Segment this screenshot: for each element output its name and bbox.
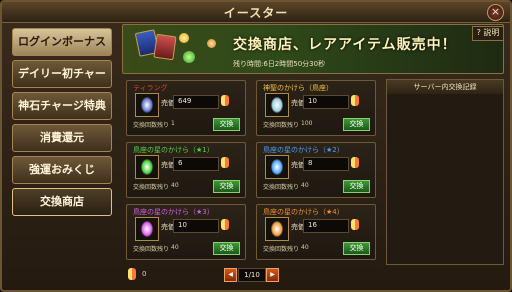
exchange-button[interactable]: 交換	[343, 180, 370, 193]
gold-orb-icon	[179, 33, 189, 43]
book-icon	[135, 93, 159, 117]
exchange-button[interactable]: 交換	[213, 242, 240, 255]
price-value: 8	[308, 159, 313, 167]
remaining-label: 交換回数残り	[263, 122, 300, 129]
price-box: 6	[173, 157, 219, 171]
item-name: ティラング	[133, 84, 168, 92]
exchange-button[interactable]: 交換	[213, 118, 240, 131]
window-title: イースター	[223, 6, 289, 20]
item-name: 鳥座の星のかけら（★4）	[263, 208, 344, 216]
item-name: 鳥座の星のかけら（★3）	[133, 208, 214, 216]
exchange-button[interactable]: 交換	[343, 118, 370, 131]
amber-orb-icon	[207, 39, 216, 48]
blue-star-shard-icon	[265, 155, 289, 179]
sidebar-item-lucky-draw[interactable]: 強運おみくじ	[12, 156, 112, 184]
event-window: イースター × ログインボーナス デイリー初チャージ 神石チャージ特典 消費還元…	[0, 0, 512, 292]
remaining-label: 交換回数残り	[133, 184, 170, 191]
green-star-shard-icon	[135, 155, 159, 179]
price-box: 10	[173, 219, 219, 233]
footer: 0 ◀ 1/10 ▶	[122, 266, 504, 286]
price-value: 6	[178, 159, 183, 167]
item-grid: ティラング 売価 649 交換回数残り 1 交換 神聖のかけら（鳥座） 売価 1…	[126, 80, 378, 266]
remaining-count: 40	[171, 182, 179, 189]
remaining-count: 40	[301, 244, 309, 251]
item-name: 鳥座の星のかけら（★1）	[133, 146, 214, 154]
currency-egg-icon	[128, 268, 136, 280]
sidebar-item-label: 強運おみくじ	[29, 163, 95, 176]
remaining-label: 交換回数残り	[263, 246, 300, 253]
currency-egg-icon	[221, 95, 229, 106]
event-period: 残り時間:6日2時間50分30秒	[233, 60, 326, 68]
remaining-label: 交換回数残り	[133, 246, 170, 253]
sidebar-item-label: 消費還元	[40, 131, 84, 144]
currency-egg-icon	[351, 219, 359, 230]
exchange-button[interactable]: 交換	[343, 242, 370, 255]
currency-egg-icon	[221, 157, 229, 168]
price-value: 16	[308, 221, 317, 229]
remaining-count: 40	[171, 244, 179, 251]
page-indicator: 1/10	[238, 268, 266, 282]
item-card: 神聖のかけら（鳥座） 売価 10 交換回数残り 100 交換	[256, 80, 376, 136]
exchange-records-panel[interactable]: サーバー内交換記録	[386, 79, 504, 265]
sidebar-item-daily-first-charge[interactable]: デイリー初チャージ	[12, 60, 112, 106]
item-card: 鳥座の星のかけら（★4） 売価 16 交換回数残り 40 交換	[256, 204, 376, 260]
sidebar-item-label: 交換商店	[40, 195, 84, 208]
purple-star-shard-icon	[135, 217, 159, 241]
next-page-button[interactable]: ▶	[266, 268, 279, 282]
close-icon[interactable]: ×	[487, 4, 504, 21]
price-value: 649	[178, 97, 192, 105]
help-button[interactable]: ? 説明	[472, 26, 504, 41]
item-card: 鳥座の星のかけら（★1） 売価 6 交換回数残り 40 交換	[126, 142, 246, 198]
currency-egg-icon	[351, 157, 359, 168]
gift-box-icon	[153, 33, 177, 61]
item-card: 鳥座の星のかけら（★3） 売価 10 交換回数残り 40 交換	[126, 204, 246, 260]
remaining-count: 100	[301, 120, 313, 127]
item-name: 鳥座の星のかけら（★2）	[263, 146, 344, 154]
sidebar-item-login-bonus[interactable]: ログインボーナス	[12, 28, 112, 56]
title-bar: イースター ×	[2, 2, 510, 23]
item-name: 神聖のかけら（鳥座）	[263, 84, 333, 92]
price-box: 649	[173, 95, 219, 109]
price-box: 16	[303, 219, 349, 233]
item-card: ティラング 売価 649 交換回数残り 1 交換	[126, 80, 246, 136]
exchange-banner: 交換商店、レアアイテム販売中！ 残り時間:6日2時間50分30秒	[122, 24, 504, 74]
remaining-label: 交換回数残り	[133, 122, 170, 129]
sidebar-item-exchange-shop[interactable]: 交換商店	[12, 188, 112, 216]
sidebar-item-label: ログインボーナス	[18, 35, 106, 48]
remaining-count: 40	[301, 182, 309, 189]
price-value: 10	[178, 221, 187, 229]
item-card: 鳥座の星のかけら（★2） 売価 8 交換回数残り 40 交換	[256, 142, 376, 198]
prev-page-button[interactable]: ◀	[224, 268, 237, 282]
price-box: 10	[303, 95, 349, 109]
banner-title: 交換商店、レアアイテム販売中！	[233, 37, 457, 53]
sidebar-item-gem-charge-bonus[interactable]: 神石チャージ特典	[12, 92, 112, 120]
remaining-count: 1	[171, 120, 175, 127]
holy-shard-icon	[265, 93, 289, 117]
price-value: 10	[308, 97, 317, 105]
currency-egg-icon	[221, 219, 229, 230]
orange-star-shard-icon	[265, 217, 289, 241]
records-title: サーバー内交換記録	[387, 80, 503, 94]
exchange-button[interactable]: 交換	[213, 180, 240, 193]
sidebar-item-label: 神石チャージ特典	[18, 99, 106, 112]
green-orb-icon	[183, 51, 195, 63]
currency-egg-icon	[351, 95, 359, 106]
sidebar-item-spend-rebate[interactable]: 消費還元	[12, 124, 112, 152]
price-box: 8	[303, 157, 349, 171]
remaining-label: 交換回数残り	[263, 184, 300, 191]
owned-currency-count: 0	[142, 270, 147, 278]
